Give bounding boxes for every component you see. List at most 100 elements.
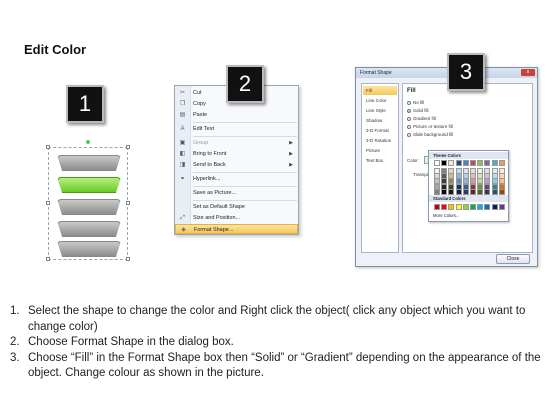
menu-separator (193, 136, 297, 137)
menu-separator (193, 122, 297, 123)
resize-handle[interactable] (126, 201, 130, 205)
resize-handle[interactable] (46, 257, 50, 261)
picture-icon (179, 190, 186, 196)
menu-item-group: ▣ Group ▶ (179, 140, 293, 146)
color-swatch[interactable] (491, 204, 498, 210)
menu-item-edit-text[interactable]: A Edit Text (175, 124, 298, 134)
radio-picture-fill[interactable]: Picture or texture fill (407, 124, 453, 130)
color-swatch[interactable] (470, 188, 476, 195)
menu-item-send-to-back[interactable]: ◨ Send to Back ▶ (175, 160, 298, 170)
submenu-arrow-icon: ▶ (289, 162, 293, 168)
scissors-icon: ✂ (179, 90, 186, 96)
color-swatch[interactable] (477, 204, 484, 210)
pane-heading: Fill (407, 88, 416, 94)
menu-item-format-shape[interactable]: ◈ Format Shape... (175, 224, 298, 234)
menu-item-bring-to-front[interactable]: ◧ Bring to Front ▶ (175, 149, 298, 159)
shape-bar-4[interactable] (57, 221, 121, 237)
color-swatch[interactable] (434, 204, 440, 210)
shape-stack[interactable] (46, 140, 130, 261)
color-label: Color: (407, 158, 420, 163)
step-badge-2: 2 (226, 65, 264, 103)
shape-bar-5[interactable] (57, 241, 121, 257)
page-title: Edit Color (24, 42, 87, 57)
instruction-step-3: 3. Choose “Fill” in the Format Shape box … (10, 351, 541, 380)
color-swatch[interactable] (462, 160, 469, 166)
shape-bar-selected[interactable] (57, 177, 121, 193)
context-menu: ✂ Cut ❐ Copy ▤ Paste A Edit Text ▣ Group ▶ ◧ Br… (174, 85, 299, 235)
shape-bar-1[interactable] (57, 155, 121, 171)
dialog-nav: Fill Line Color Line Style Shadow 3-D Fo… (361, 83, 399, 253)
color-swatch[interactable] (470, 160, 476, 166)
nav-item-line-style[interactable]: Line Style (363, 106, 397, 115)
nav-item-fill[interactable]: Fill (363, 86, 397, 95)
format-shape-icon: ◈ (181, 227, 186, 233)
radio-solid-fill[interactable]: Solid fill (407, 108, 429, 114)
more-colors-link[interactable]: More Colors... (433, 213, 459, 218)
color-swatch[interactable] (470, 204, 476, 210)
nav-item-text-box[interactable]: Text Box (363, 156, 397, 165)
color-swatch[interactable] (455, 160, 462, 166)
step-badge-1: 1 (66, 85, 104, 123)
color-swatch[interactable] (491, 188, 498, 195)
theme-colors-label: Theme Colors (429, 152, 508, 159)
group-icon: ▣ (179, 140, 186, 146)
menu-separator (193, 200, 297, 201)
nav-item-line-color[interactable]: Line Color (363, 96, 397, 105)
color-swatch[interactable] (484, 204, 491, 210)
menu-item-save-as-picture[interactable]: Save as Picture... (175, 188, 298, 198)
dialog-close-icon[interactable]: x (521, 69, 535, 76)
default-shape-icon (179, 204, 186, 210)
color-swatch[interactable] (441, 160, 448, 166)
radio-circle-icon (407, 116, 411, 121)
step-badge-3: 3 (447, 53, 485, 91)
instruction-list: 1. Select the shape to change the color a… (10, 304, 550, 382)
radio-no-fill[interactable]: No fill (407, 100, 424, 106)
color-swatch[interactable] (455, 188, 462, 195)
color-swatch[interactable] (434, 160, 440, 166)
menu-separator (193, 186, 297, 187)
standard-colors-label: Standard Colors (429, 195, 508, 202)
send-back-icon: ◨ (179, 162, 186, 168)
radio-slide-background-fill[interactable]: Slide background fill (407, 132, 453, 138)
resize-handle[interactable] (46, 145, 50, 149)
nav-item-shadow[interactable]: Shadow (363, 116, 397, 125)
nav-item-picture[interactable]: Picture (363, 146, 397, 155)
color-swatch[interactable] (448, 160, 455, 166)
color-swatch[interactable] (484, 188, 491, 195)
color-swatch[interactable] (491, 160, 498, 166)
color-swatch[interactable] (477, 160, 484, 166)
menu-item-paste[interactable]: ▤ Paste (175, 110, 298, 120)
color-swatch[interactable] (462, 188, 469, 195)
paste-icon: ▤ (179, 112, 186, 118)
nav-item-3d-rotation[interactable]: 3-D Rotation (363, 136, 397, 145)
radio-circle-icon (407, 124, 411, 129)
close-button[interactable]: Close (496, 254, 530, 264)
color-swatch[interactable] (498, 188, 505, 195)
color-swatch[interactable] (448, 204, 455, 210)
color-swatch[interactable] (448, 188, 455, 195)
submenu-arrow-icon: ▶ (289, 151, 293, 157)
instruction-step-1: 1. Select the shape to change the color a… (10, 305, 526, 333)
color-swatch[interactable] (441, 188, 448, 195)
color-swatch[interactable] (484, 160, 491, 166)
radio-circle-icon (407, 132, 411, 137)
rotation-handle[interactable] (86, 140, 90, 144)
color-swatch[interactable] (441, 204, 448, 210)
menu-item-size-position[interactable]: ⤢ Size and Position... (175, 213, 298, 223)
color-swatch[interactable] (498, 204, 505, 210)
color-swatch[interactable] (434, 188, 440, 195)
color-swatch[interactable] (498, 160, 505, 166)
bring-front-icon: ◧ (179, 151, 186, 157)
resize-handle[interactable] (126, 257, 130, 261)
radio-gradient-fill[interactable]: Gradient fill (407, 116, 436, 122)
menu-item-set-default-shape[interactable]: Set as Default Shape (175, 202, 298, 212)
shape-bar-3[interactable] (57, 199, 121, 215)
menu-item-hyperlink[interactable]: ⚭ Hyperlink... (175, 174, 298, 184)
resize-handle[interactable] (126, 145, 130, 149)
nav-item-3d-format[interactable]: 3-D Format (363, 126, 397, 135)
color-swatch[interactable] (462, 204, 469, 210)
menu-separator (193, 172, 297, 173)
resize-handle[interactable] (46, 201, 50, 205)
color-swatch[interactable] (477, 188, 484, 195)
color-swatch[interactable] (455, 204, 462, 210)
